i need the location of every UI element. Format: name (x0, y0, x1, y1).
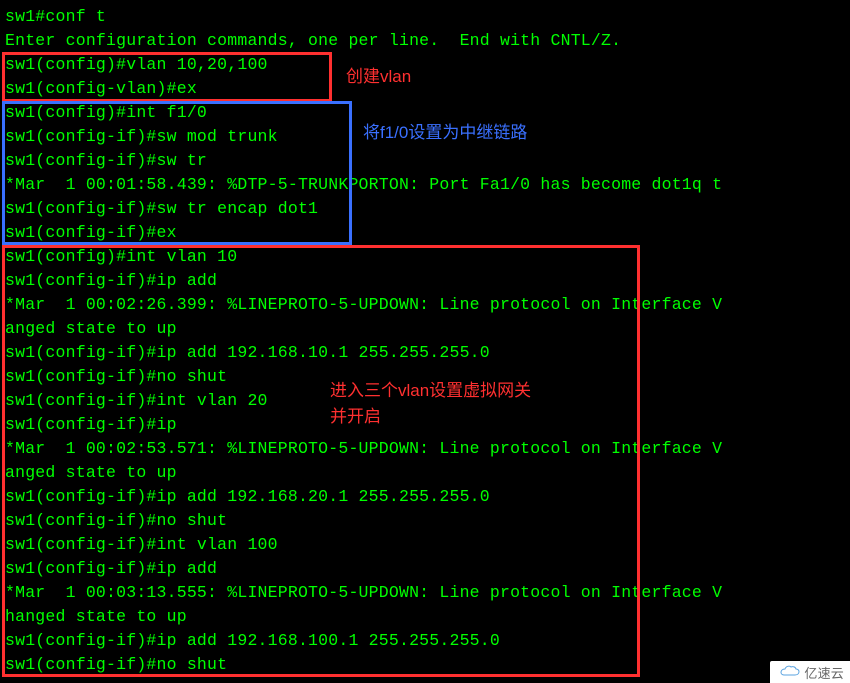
watermark: 亿速云 (770, 661, 850, 683)
terminal-line: sw1(config-if)#ex (5, 221, 722, 245)
watermark-text: 亿速云 (804, 663, 844, 682)
terminal-line: sw1(config-vlan)#ex (5, 77, 722, 101)
terminal-line: sw1#conf t (5, 5, 722, 29)
terminal-line: sw1(config-if)#ip add 192.168.100.1 255.… (5, 629, 722, 653)
terminal-line: hanged state to up (5, 605, 722, 629)
terminal-line: *Mar 1 00:01:58.439: %DTP-5-TRUNKPORTON:… (5, 173, 722, 197)
terminal-line: anged state to up (5, 317, 722, 341)
terminal-line: sw1(config-if)#ip add 192.168.20.1 255.2… (5, 485, 722, 509)
terminal-line: sw1(config-if)#no shut (5, 653, 722, 677)
terminal-line: sw1(config-if)#sw tr encap dot1 (5, 197, 722, 221)
terminal-line: sw1(config-if)#ip add 192.168.10.1 255.2… (5, 341, 722, 365)
terminal-line: sw1(config-if)#sw mod trunk (5, 125, 722, 149)
terminal-line: *Mar 1 00:02:26.399: %LINEPROTO-5-UPDOWN… (5, 293, 722, 317)
terminal-line: sw1(config-if)#ip (5, 413, 722, 437)
terminal-line: sw1(config)#int f1/0 (5, 101, 722, 125)
terminal-line: sw1(config)#int vlan 10 (5, 245, 722, 269)
terminal-line: Enter configuration commands, one per li… (5, 29, 722, 53)
terminal-line: sw1(config-if)#no shut (5, 365, 722, 389)
terminal-line: sw1(config-if)#ip add (5, 557, 722, 581)
terminal-line: sw1(config-if)#int vlan 100 (5, 533, 722, 557)
terminal-line: sw1(config)#vlan 10,20,100 (5, 53, 722, 77)
terminal-output: sw1#conf t Enter configuration commands,… (5, 5, 722, 677)
terminal-line: *Mar 1 00:02:53.571: %LINEPROTO-5-UPDOWN… (5, 437, 722, 461)
terminal-line: sw1(config-if)#no shut (5, 509, 722, 533)
terminal-line: anged state to up (5, 461, 722, 485)
terminal-line: sw1(config-if)#int vlan 20 (5, 389, 722, 413)
terminal-line: *Mar 1 00:03:13.555: %LINEPROTO-5-UPDOWN… (5, 581, 722, 605)
terminal-line: sw1(config-if)#sw tr (5, 149, 722, 173)
cloud-icon (780, 665, 800, 679)
terminal-line: sw1(config-if)#ip add (5, 269, 722, 293)
